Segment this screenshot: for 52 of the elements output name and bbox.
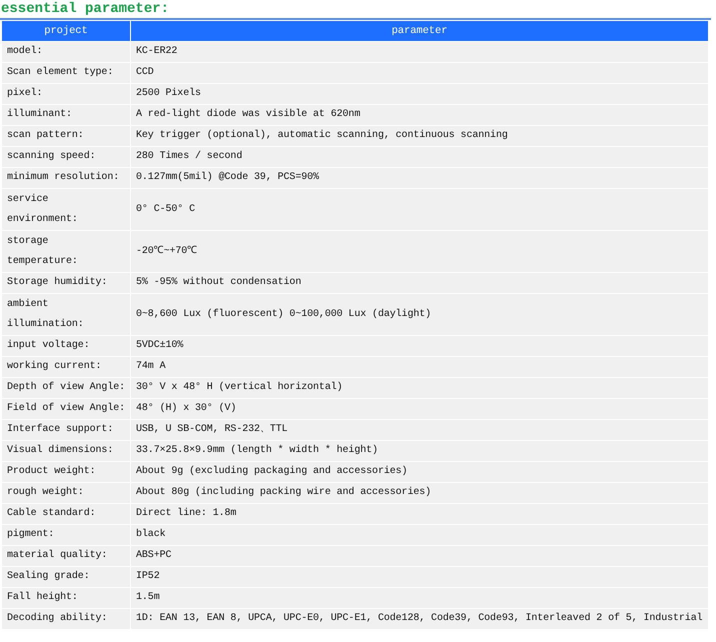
table-cell: Scan element type:: [2, 63, 130, 83]
column-header: project: [2, 21, 130, 41]
table-cell: material quality:: [2, 546, 130, 566]
table-cell: USB, U SB-COM, RS-232、TTL: [131, 420, 708, 440]
table-cell: 0.127mm(5mil) @Code 39, PCS=90%: [131, 168, 708, 188]
table-cell: model:: [2, 42, 130, 62]
table-cell: About 9g (excluding packaging and accessories): [131, 462, 708, 482]
table-cell: ABS+PC: [131, 546, 708, 566]
table-cell: scanning speed:: [2, 147, 130, 167]
table-cell: pigment:: [2, 525, 130, 545]
table-cell: KC-ER22: [131, 42, 708, 62]
table-cell: Depth of view Angle:: [2, 378, 130, 398]
table-cell: 5VDC±10%: [131, 336, 708, 356]
table-cell: black: [131, 525, 708, 545]
table-cell: Visual dimensions:: [2, 441, 130, 461]
table-cell: working current:: [2, 357, 130, 377]
table-cell: 1D: EAN 13, EAN 8, UPCA, UPC-E0, UPC-E1, Code128, Code39, Code93, Interleaved 2 of 5, Industrial: [131, 609, 708, 629]
table-cell: 5% -95% without condensation: [131, 273, 708, 293]
table-cell: Cable standard:: [2, 504, 130, 524]
column-header: parameter: [131, 21, 708, 41]
table-cell: rough weight:: [2, 483, 130, 503]
table-cell: 0° C-50° C: [131, 189, 708, 230]
table-cell: Product weight:: [2, 462, 130, 482]
table-cell: illuminant:: [2, 105, 130, 125]
table-cell: scan pattern:: [2, 126, 130, 146]
table-cell: A red-light diode was visible at 620nm: [131, 105, 708, 125]
table-cell: 280 Times / second: [131, 147, 708, 167]
table-cell: storage temperature:: [2, 231, 130, 272]
table-cell: Fall height:: [2, 588, 130, 608]
table-cell: pixel:: [2, 84, 130, 104]
table-cell: Field of view Angle:: [2, 399, 130, 419]
table-cell: 48° (H) x 30° (V): [131, 399, 708, 419]
table-cell: Sealing grade:: [2, 567, 130, 587]
table-cell: 1.5m: [131, 588, 708, 608]
table-cell: About 80g (including packing wire and accessories): [131, 483, 708, 503]
table-cell: service environment:: [2, 189, 130, 230]
table-cell: 0~8,600 Lux (fluorescent) 0~100,000 Lux (daylight): [131, 294, 708, 335]
table-cell: CCD: [131, 63, 708, 83]
table-cell: minimum resolution:: [2, 168, 130, 188]
table-cell: -20℃~+70℃: [131, 231, 708, 272]
table-cell: Decoding ability:: [2, 609, 130, 629]
table-cell: Interface support:: [2, 420, 130, 440]
table-cell: 30° V x 48° H (vertical horizontal): [131, 378, 708, 398]
table-cell: ambient illumination:: [2, 294, 130, 335]
table-cell: 33.7×25.8×9.9mm (length * width * height): [131, 441, 708, 461]
table-cell: Key trigger (optional), automatic scanning, continuous scanning: [131, 126, 708, 146]
table-cell: 2500 Pixels: [131, 84, 708, 104]
table-cell: IP52: [131, 567, 708, 587]
table-cell: input voltage:: [2, 336, 130, 356]
table-cell: 74m A: [131, 357, 708, 377]
table-cell: Storage humidity:: [2, 273, 130, 293]
table-cell: Direct line: 1.8m: [131, 504, 708, 524]
